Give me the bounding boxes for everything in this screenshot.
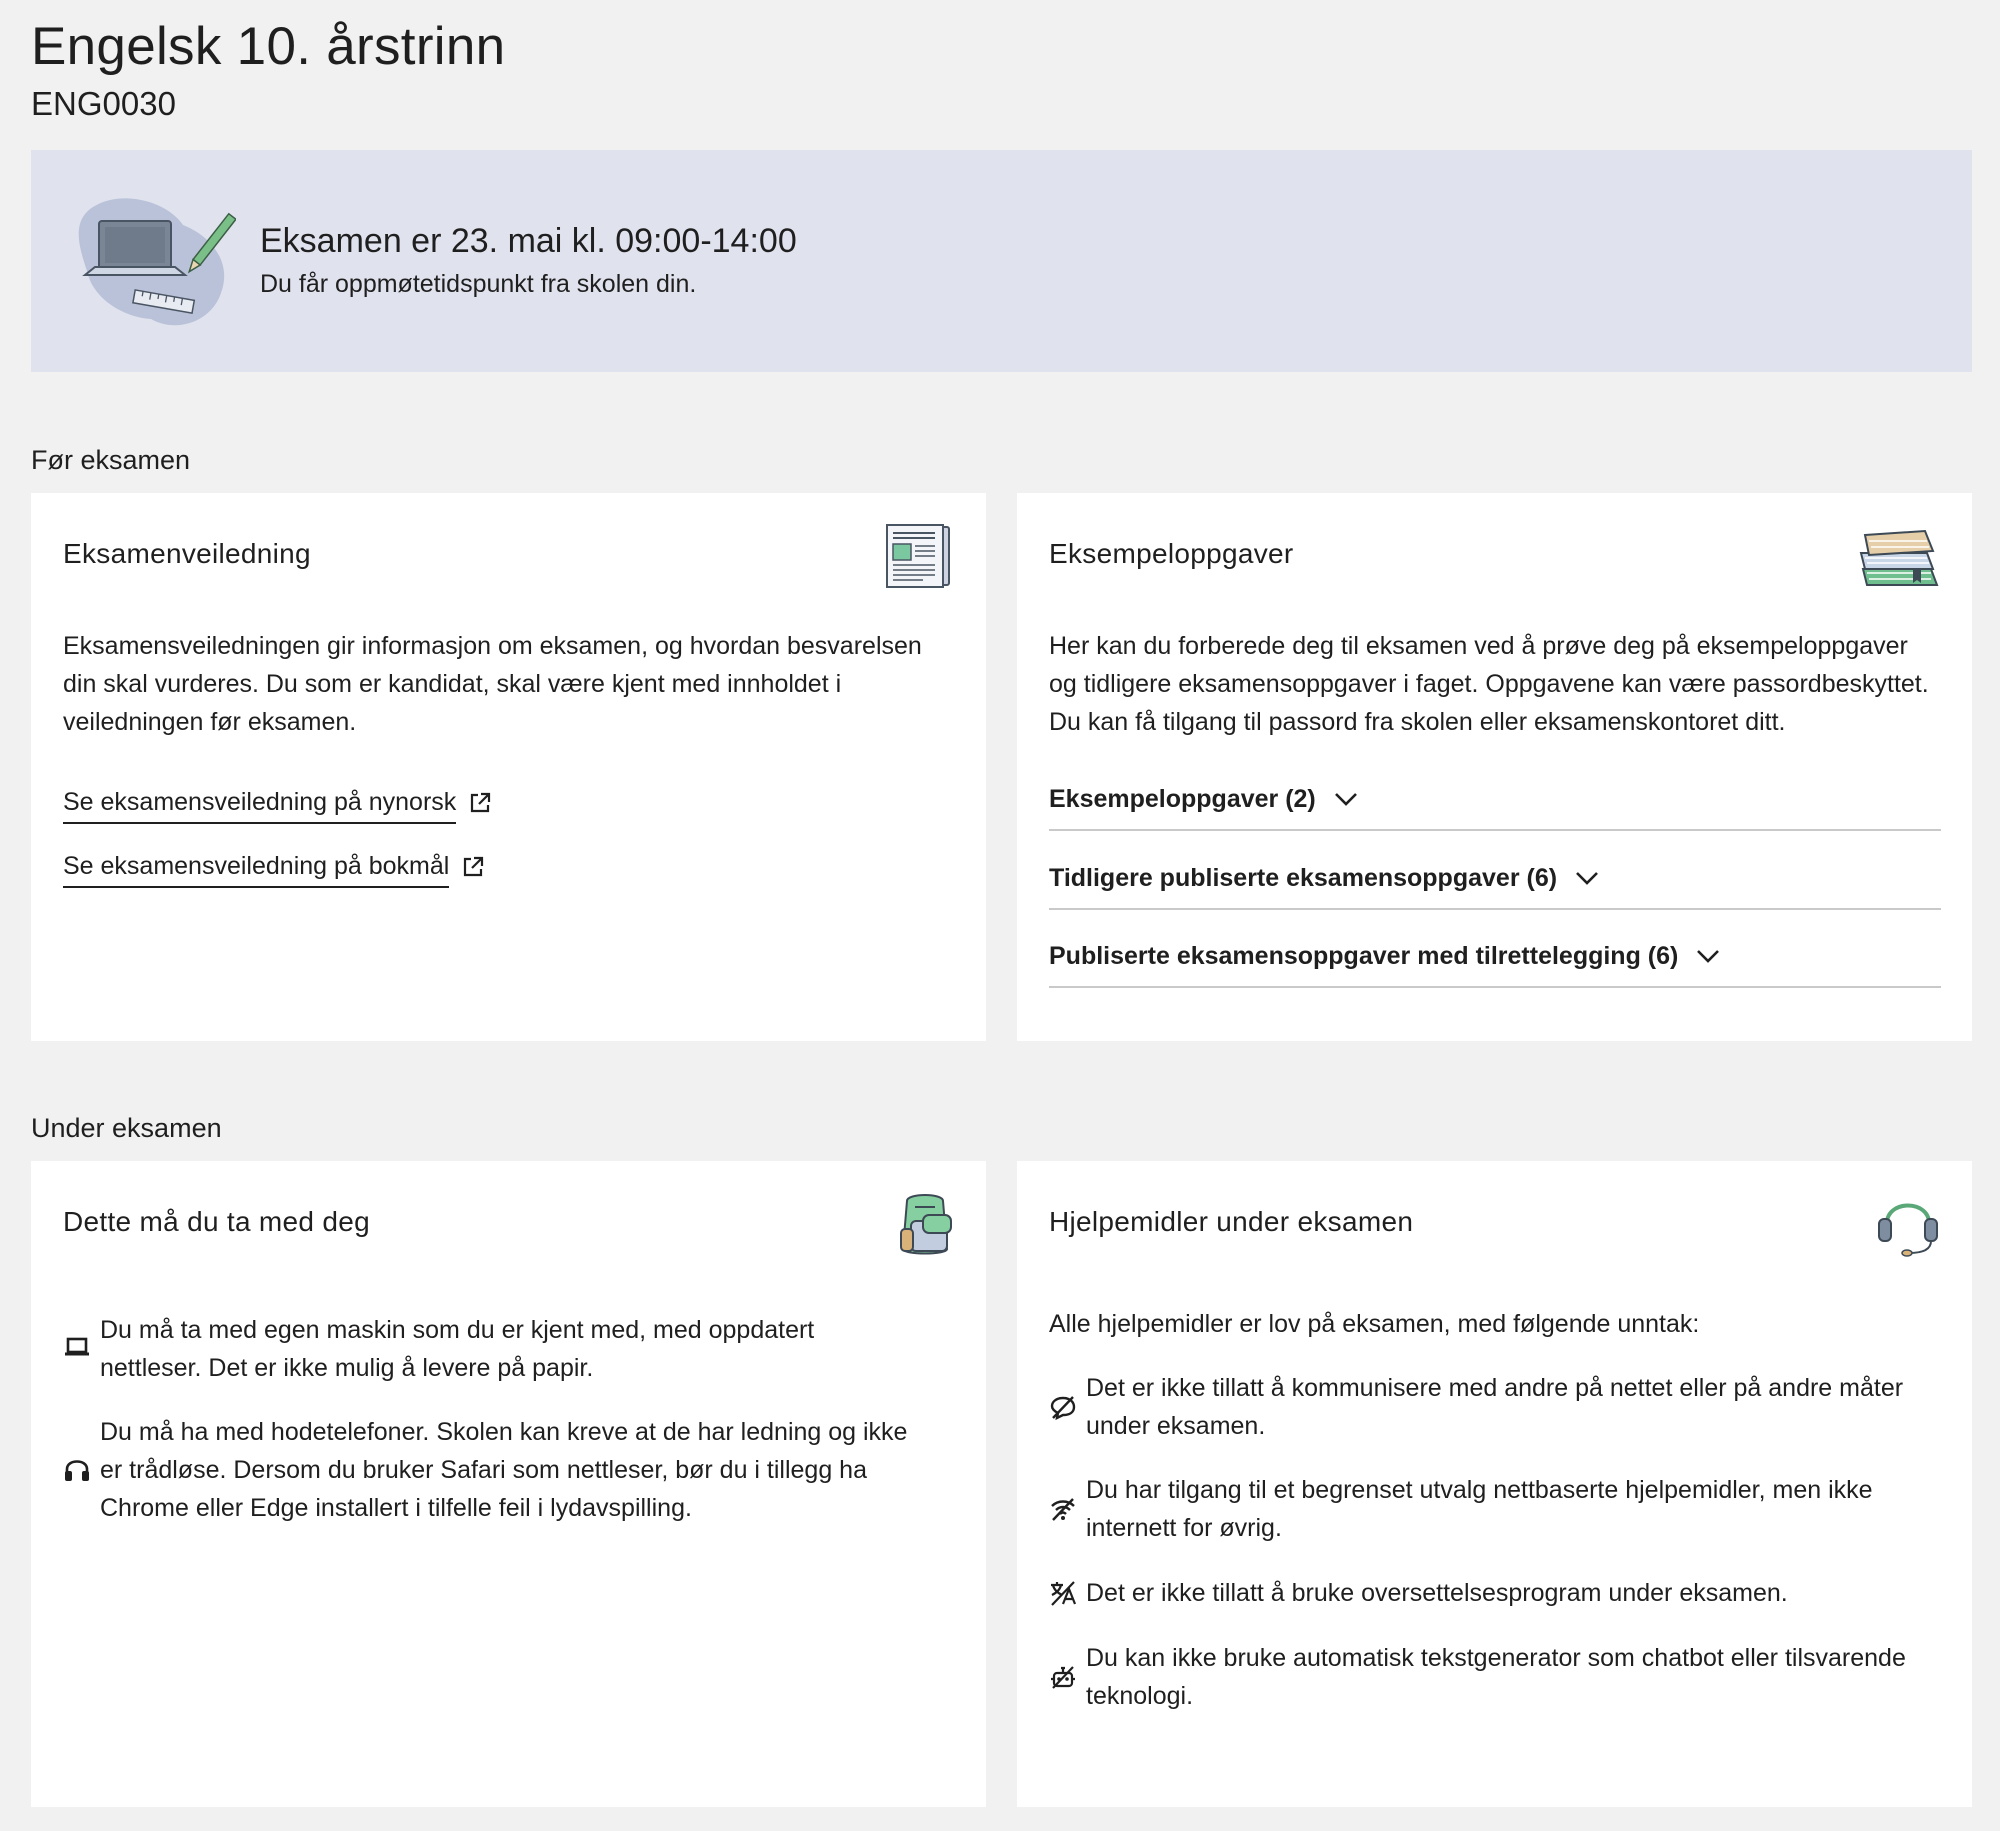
accordion-previous-exams[interactable]: Tidligere publiserte eksamensoppgaver (6… — [1049, 832, 1941, 910]
page-title: Engelsk 10. årstrinn — [31, 17, 506, 76]
chevron-down-icon — [1576, 872, 1598, 885]
translate-off-icon — [1051, 1581, 1077, 1606]
page: Engelsk 10. årstrinn ENG0030 Eksamen er … — [31, 0, 1972, 1807]
section-heading-during: Under eksamen — [31, 1113, 222, 1143]
wifi-off-icon — [1051, 1498, 1075, 1521]
external-link-icon — [471, 792, 491, 813]
no-bot-icon — [1051, 1666, 1075, 1689]
bring-card: Dette må du ta med deg Du må ta med egen… — [31, 1161, 986, 1807]
chevron-down-icon — [1334, 793, 1357, 806]
exam-guide-text: Eksamensveiledningen gir informasjon om … — [63, 632, 922, 736]
exam-guide-title: Eksamenveiledning — [63, 538, 311, 569]
section-heading-before: Før eksamen — [31, 445, 191, 475]
backpack-icon — [900, 1194, 952, 1255]
subject-code: ENG0030 — [31, 85, 176, 122]
aids-card: Hjelpemidler under eksamen Alle hjelpemi… — [1017, 1161, 1972, 1807]
no-chat-icon — [1050, 1396, 1076, 1421]
chevron-down-icon — [1697, 950, 1720, 963]
example-tasks-card: Eksempeloppgaver Her kan du forberede de… — [1017, 493, 1972, 1041]
accordion-adapted-exams[interactable]: Publiserte eksamensoppgaver med tilrette… — [1049, 910, 1941, 988]
external-link-icon — [464, 856, 484, 877]
books-icon — [1859, 529, 1939, 586]
link-guide-bokmal[interactable]: Se eksamensveiledning på bokmål — [63, 849, 485, 888]
exam-guide-card: Eksamenveiledning Eksamensveiledningen g… — [31, 493, 986, 1041]
headset-icon — [1878, 1203, 1938, 1257]
accordion-example-tasks[interactable]: Eksempeloppgaver (2) — [1049, 753, 1941, 831]
example-tasks-text: Her kan du forberede deg til eksamen ved… — [1049, 632, 1929, 736]
newspaper-icon — [886, 524, 950, 588]
laptop-pencil-ruler-illustration — [78, 198, 236, 326]
exam-date-banner: Eksamen er 23. mai kl. 09:00-14:00 Du få… — [31, 150, 1972, 372]
bring-title: Dette må du ta med deg — [63, 1206, 370, 1237]
exam-date-title: Eksamen er 23. mai kl. 09:00-14:00 — [260, 222, 797, 260]
example-tasks-title: Eksempeloppgaver — [1049, 538, 1294, 569]
aids-intro: Alle hjelpemidler er lov på eksamen, med… — [1049, 1310, 1700, 1338]
headphones-icon — [65, 1460, 89, 1481]
laptop-icon — [65, 1337, 89, 1356]
link-guide-nynorsk[interactable]: Se eksamensveiledning på nynorsk — [63, 785, 492, 824]
exam-date-subtitle: Du får oppmøtetidspunkt fra skolen din. — [260, 270, 697, 298]
aids-title: Hjelpemidler under eksamen — [1049, 1206, 1414, 1237]
